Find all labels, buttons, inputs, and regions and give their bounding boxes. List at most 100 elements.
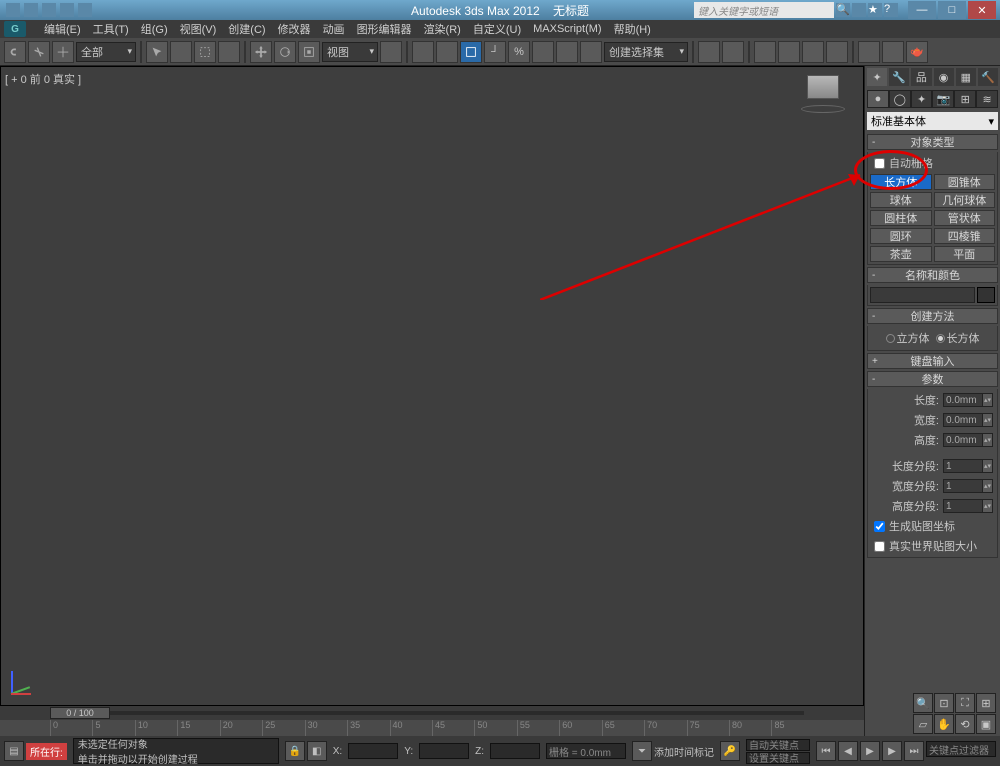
qa-icon[interactable] (24, 3, 38, 17)
schematic-icon[interactable] (802, 41, 824, 63)
obj-cylinder-button[interactable]: 圆柱体 (870, 210, 932, 226)
time-slider[interactable]: 0 / 100 (0, 706, 864, 720)
tab-utilities[interactable]: 🔨 (978, 68, 998, 86)
bind-icon[interactable] (52, 41, 74, 63)
object-color-swatch[interactable] (977, 287, 995, 303)
star-icon[interactable]: ★ (868, 3, 882, 17)
search-input[interactable]: 键入关键字或短语 (694, 2, 834, 18)
app-logo-icon[interactable]: G (4, 21, 26, 37)
time-ruler[interactable]: 0 5 10 15 20 25 30 35 40 45 50 55 60 65 … (0, 720, 864, 736)
menu-customize[interactable]: 自定义(U) (473, 21, 521, 37)
axis-icon[interactable] (556, 41, 578, 63)
material-editor-icon[interactable] (826, 41, 848, 63)
select-icon[interactable] (146, 41, 168, 63)
tab-display[interactable]: ▦ (956, 68, 976, 86)
length-spinner[interactable]: 0.0mm▴▾ (943, 393, 993, 407)
add-time-tag[interactable]: 添加时间标记 (654, 744, 714, 759)
window-crossing-icon[interactable] (218, 41, 240, 63)
width-spinner[interactable]: 0.0mm▴▾ (943, 413, 993, 427)
obj-box-button[interactable]: 长方体 (870, 174, 932, 190)
menu-render[interactable]: 渲染(R) (424, 21, 461, 37)
menu-view[interactable]: 视图(V) (180, 21, 217, 37)
qa-icon[interactable] (42, 3, 56, 17)
help-icon[interactable]: ? (884, 3, 898, 17)
snap-toggle-icon[interactable] (460, 41, 482, 63)
menu-anim[interactable]: 动画 (323, 21, 345, 37)
goto-end-icon[interactable]: ⏭ (904, 741, 924, 761)
tab-create[interactable]: ✦ (867, 68, 887, 86)
search-icon[interactable]: 🔍 (836, 3, 850, 17)
render-frame-icon[interactable] (882, 41, 904, 63)
menu-help[interactable]: 帮助(H) (614, 21, 651, 37)
coord-y-input[interactable] (419, 743, 469, 759)
obj-plane-button[interactable]: 平面 (934, 246, 996, 262)
maximize-button[interactable]: □ (938, 1, 966, 19)
menu-create[interactable]: 创建(C) (228, 21, 265, 37)
qa-icon[interactable] (60, 3, 74, 17)
menu-grapheditor[interactable]: 图形编辑器 (357, 21, 412, 37)
menu-maxscript[interactable]: MAXScript(M) (533, 23, 601, 35)
percent-snap-icon[interactable]: % (508, 41, 530, 63)
rotate-icon[interactable] (274, 41, 296, 63)
fov-icon[interactable]: ▱ (913, 714, 933, 734)
named-selection[interactable]: 创建选择集 (604, 42, 688, 62)
zoom-icon[interactable]: 🔍 (913, 693, 933, 713)
primitive-type-dropdown[interactable]: 标准基本体 (867, 112, 998, 130)
goto-start-icon[interactable]: ⏮ (816, 741, 836, 761)
obj-pyramid-button[interactable]: 四棱锥 (934, 228, 996, 244)
subtab-spacewarps[interactable]: ≋ (976, 90, 998, 108)
viewport[interactable]: [ + 0 前 0 真实 ] (0, 66, 864, 706)
refcoord-dropdown[interactable]: 视图 (322, 42, 378, 62)
autokey-button[interactable]: 自动关键点 (746, 739, 810, 751)
dope-sheet-icon[interactable] (778, 41, 800, 63)
subtab-cameras[interactable]: 📷 (932, 90, 954, 108)
qa-icon[interactable] (6, 3, 20, 17)
menu-edit[interactable]: 编辑(E) (44, 21, 81, 37)
subtab-shapes[interactable]: ◯ (889, 90, 911, 108)
menu-group[interactable]: 组(G) (141, 21, 168, 37)
time-tag-icon[interactable]: ⏷ (632, 741, 652, 761)
minimize-button[interactable]: — (908, 1, 936, 19)
info-icon[interactable] (852, 3, 866, 17)
obj-geosphere-button[interactable]: 几何球体 (934, 192, 996, 208)
rollout-parameters[interactable]: -参数 (867, 371, 998, 387)
viewcube[interactable] (803, 75, 843, 115)
play-icon[interactable]: ▶ (860, 741, 880, 761)
select-name-icon[interactable] (170, 41, 192, 63)
subtab-lights[interactable]: ✦ (911, 90, 933, 108)
radio-cube[interactable]: 立方体 (886, 330, 930, 346)
coord-x-input[interactable] (348, 743, 398, 759)
zoom-all-icon[interactable]: ⊡ (934, 693, 954, 713)
obj-cone-button[interactable]: 圆锥体 (934, 174, 996, 190)
pivot-icon[interactable] (380, 41, 402, 63)
menu-tools[interactable]: 工具(T) (93, 21, 129, 37)
height-spinner[interactable]: 0.0mm▴▾ (943, 433, 993, 447)
quick-render-icon[interactable]: 🫖 (906, 41, 928, 63)
keyboard-shortcut-icon[interactable] (436, 41, 458, 63)
prev-frame-icon[interactable]: ◀ (838, 741, 858, 761)
rollout-create-method[interactable]: -创建方法 (867, 308, 998, 324)
render-setup-icon[interactable] (858, 41, 880, 63)
subtab-helpers[interactable]: ⊞ (954, 90, 976, 108)
manipulate-icon[interactable] (412, 41, 434, 63)
object-name-input[interactable] (870, 287, 975, 303)
spinner-snap-icon[interactable] (532, 41, 554, 63)
selection-filter[interactable]: 全部 (76, 42, 136, 62)
curve-editor-icon[interactable] (754, 41, 776, 63)
script-mini-icon[interactable]: ▤ (4, 741, 24, 761)
zoom-extents-all-icon[interactable]: ⊞ (976, 693, 996, 713)
lock-icon[interactable]: 🔒 (285, 741, 305, 761)
radio-box[interactable]: 长方体 (936, 330, 980, 346)
hseg-spinner[interactable]: 1▴▾ (943, 499, 993, 513)
obj-sphere-button[interactable]: 球体 (870, 192, 932, 208)
mirror-icon[interactable] (580, 41, 602, 63)
select-region-icon[interactable] (194, 41, 216, 63)
key-icon[interactable]: 🔑 (720, 741, 740, 761)
isolate-icon[interactable]: ◧ (307, 741, 327, 761)
keyfilter-button[interactable]: 关键点过滤器 (926, 741, 996, 757)
move-icon[interactable] (250, 41, 272, 63)
rollout-keyboard-entry[interactable]: +键盘输入 (867, 353, 998, 369)
menu-modifiers[interactable]: 修改器 (278, 21, 311, 37)
obj-tube-button[interactable]: 管状体 (934, 210, 996, 226)
pan-icon[interactable]: ✋ (934, 714, 954, 734)
